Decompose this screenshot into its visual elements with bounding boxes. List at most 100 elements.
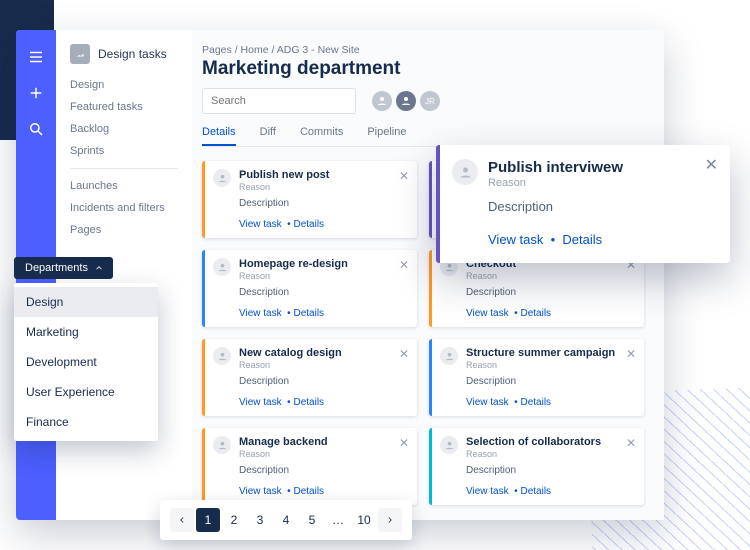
main-area: Pages / Home / ADG 3 - New Site Marketin… [192, 30, 664, 520]
task-card: Manage backendReasonDescriptionView task… [202, 428, 417, 505]
card-title: Manage backend [239, 436, 407, 448]
page-button[interactable]: 5 [300, 508, 324, 532]
close-icon[interactable]: ✕ [626, 436, 636, 450]
page-button[interactable]: 4 [274, 508, 298, 532]
departments-menu: DesignMarketingDevelopmentUser Experienc… [14, 283, 158, 441]
card-reason: Reason [239, 360, 407, 370]
breadcrumb-link[interactable]: Home [241, 44, 269, 56]
department-option[interactable]: Design [14, 287, 158, 317]
avatar-icon [213, 169, 231, 187]
page-next-button[interactable] [378, 508, 402, 532]
view-task-link[interactable]: View task [239, 219, 282, 230]
plus-icon[interactable] [27, 84, 45, 102]
view-task-link[interactable]: View task [466, 308, 509, 319]
task-card: Selection of collaboratorsReason Descript… [429, 428, 644, 505]
card-title: Selection of collaborators [466, 436, 634, 448]
departments-toggle[interactable]: Departments [14, 257, 113, 279]
department-option[interactable]: Marketing [14, 317, 158, 347]
sidebar-item[interactable]: Incidents and filters [70, 197, 178, 219]
view-task-link[interactable]: View task [466, 397, 509, 408]
avatar-icon [440, 347, 458, 365]
card-reason: Reason [239, 182, 407, 192]
pagination: 12345…10 [160, 500, 412, 540]
search-icon[interactable] [27, 120, 45, 138]
card-title: New catalog design [239, 347, 407, 359]
details-link[interactable]: Details [293, 219, 324, 230]
sidebar-item[interactable]: Sprints [70, 140, 178, 162]
card-reason: Reason [466, 449, 634, 459]
avatar-icon [213, 436, 231, 454]
card-preview: Publish interviwew Reason Description Vi… [436, 145, 730, 263]
page-button[interactable]: 2 [222, 508, 246, 532]
department-option[interactable]: Development [14, 347, 158, 377]
preview-title: Publish interviwew [488, 159, 714, 176]
menu-icon[interactable] [27, 48, 45, 66]
details-link[interactable]: Details [293, 486, 324, 497]
avatar-stack: JR [372, 91, 440, 111]
view-task-link[interactable]: View task [466, 486, 509, 497]
departments-label: Departments [25, 262, 88, 274]
card-description: Description [239, 287, 407, 298]
task-card: Structure summer campaignReason Descripti… [429, 339, 644, 416]
details-link[interactable]: Details [520, 486, 551, 497]
tab[interactable]: Pipeline [367, 126, 406, 146]
sidebar-divider [70, 168, 178, 169]
close-icon[interactable]: ✕ [399, 347, 409, 361]
details-link[interactable]: Details [293, 308, 324, 319]
preview-details-link[interactable]: Details [562, 232, 602, 247]
card-reason: Reason [239, 271, 407, 281]
avatar[interactable] [396, 91, 416, 111]
avatar[interactable] [372, 91, 392, 111]
view-task-link[interactable]: View task [239, 308, 282, 319]
page-prev-button[interactable] [170, 508, 194, 532]
breadcrumb: Pages / Home / ADG 3 - New Site [202, 44, 644, 56]
page-button[interactable]: 1 [196, 508, 220, 532]
page-button[interactable]: 10 [352, 508, 376, 532]
task-card: Homepage re-designReason Description View … [202, 250, 417, 327]
card-description: Description [466, 465, 634, 476]
sidebar-item[interactable]: Backlog [70, 118, 178, 140]
close-icon[interactable]: ✕ [399, 258, 409, 272]
card-description: Description [239, 376, 407, 387]
card-description: Description [466, 287, 634, 298]
page-button[interactable]: 3 [248, 508, 272, 532]
card-reason: Reason [466, 360, 634, 370]
tab[interactable]: Commits [300, 126, 343, 146]
sidebar-item[interactable]: Design [70, 74, 178, 96]
department-option[interactable]: User Experience [14, 377, 158, 407]
sidebar-title: Design tasks [98, 47, 167, 61]
preview-description: Description [488, 199, 714, 214]
close-icon[interactable]: ✕ [705, 155, 718, 175]
search-input[interactable] [202, 88, 356, 114]
avatar-icon [213, 258, 231, 276]
card-description: Description [466, 376, 634, 387]
tab-bar: Details Diff Commits Pipeline [202, 126, 644, 147]
breadcrumb-link[interactable]: ADG 3 - New Site [277, 44, 360, 56]
breadcrumb-link[interactable]: Pages [202, 44, 232, 56]
sidebar-item[interactable]: Pages [70, 219, 178, 241]
view-task-link[interactable]: View task [239, 397, 282, 408]
close-icon[interactable]: ✕ [399, 436, 409, 450]
card-title: Homepage re-design [239, 258, 407, 270]
preview-view-link[interactable]: View task [488, 232, 543, 247]
task-card: Publish new postReasonDescriptionView ta… [202, 161, 417, 238]
tab[interactable]: Details [202, 126, 236, 146]
sidebar-item[interactable]: Featured tasks [70, 96, 178, 118]
details-link[interactable]: Details [293, 397, 324, 408]
details-link[interactable]: Details [520, 397, 551, 408]
close-icon[interactable]: ✕ [399, 169, 409, 183]
avatar[interactable]: JR [420, 91, 440, 111]
details-link[interactable]: Details [520, 308, 551, 319]
tab[interactable]: Diff [260, 126, 276, 146]
sidebar-item[interactable]: Launches [70, 175, 178, 197]
avatar-icon [452, 159, 478, 185]
project-icon [70, 44, 90, 64]
page-button: … [326, 508, 350, 532]
card-title: Structure summer campaign [466, 347, 634, 359]
department-option[interactable]: Finance [14, 407, 158, 437]
card-reason: Reason [466, 271, 634, 281]
avatar-icon [213, 347, 231, 365]
chevron-up-icon [94, 263, 104, 273]
close-icon[interactable]: ✕ [626, 347, 636, 361]
view-task-link[interactable]: View task [239, 486, 282, 497]
